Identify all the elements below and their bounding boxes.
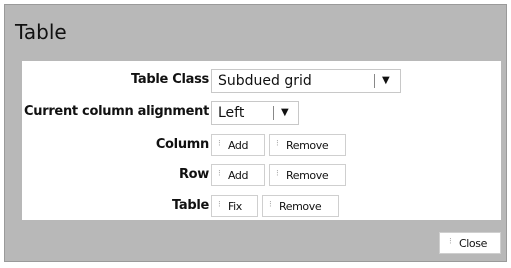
alignment-value: Left <box>218 105 245 121</box>
select-separator <box>374 74 375 88</box>
row-remove-label: Remove <box>286 169 329 182</box>
table-remove-label: Remove <box>279 200 322 213</box>
alignment-label: Current column alignment <box>24 104 209 119</box>
chevron-down-icon[interactable]: ▼ <box>281 107 289 118</box>
column-remove-button[interactable]: ⁝ Remove <box>269 134 346 156</box>
alignment-row: Current column alignment Left ▼ <box>22 101 501 125</box>
row-label: Row <box>178 167 209 182</box>
table-class-row: Table Class Subdued grid ▼ <box>22 69 501 93</box>
row-remove-button[interactable]: ⁝ Remove <box>269 164 346 186</box>
column-row: Column ⁝ Add ⁝ Remove <box>22 134 501 158</box>
dialog-panel: Table Class Subdued grid ▼ Current colum… <box>22 61 501 220</box>
table-class-value: Subdued grid <box>218 73 312 89</box>
button-icon: ⁝ <box>218 200 221 210</box>
table-label: Table <box>171 198 209 213</box>
table-fix-label: Fix <box>228 200 242 213</box>
button-icon: ⁝ <box>276 169 279 179</box>
row-add-label: Add <box>228 169 249 182</box>
button-icon: ⁝ <box>269 200 272 210</box>
table-class-select[interactable]: Subdued grid ▼ <box>211 69 401 93</box>
table-row: Table ⁝ Fix ⁝ Remove <box>22 195 501 219</box>
table-dialog: Table Table Class Subdued grid ▼ Current… <box>4 4 507 262</box>
close-label: Close <box>459 237 487 250</box>
row-add-button[interactable]: ⁝ Add <box>211 164 265 186</box>
table-remove-button[interactable]: ⁝ Remove <box>262 195 339 217</box>
button-icon: ⁝ <box>276 139 279 149</box>
column-add-label: Add <box>228 139 249 152</box>
button-icon: ⁝ <box>449 237 452 247</box>
select-separator <box>273 106 274 120</box>
table-class-label: Table Class <box>130 72 209 87</box>
close-button[interactable]: ⁝ Close <box>439 232 501 254</box>
column-add-button[interactable]: ⁝ Add <box>211 134 265 156</box>
dialog-title: Table <box>15 20 67 44</box>
alignment-select[interactable]: Left ▼ <box>211 101 299 125</box>
button-icon: ⁝ <box>218 169 221 179</box>
column-remove-label: Remove <box>286 139 329 152</box>
row-row: Row ⁝ Add ⁝ Remove <box>22 164 501 188</box>
chevron-down-icon[interactable]: ▼ <box>382 75 390 86</box>
column-label: Column <box>155 137 209 152</box>
table-fix-button[interactable]: ⁝ Fix <box>211 195 258 217</box>
button-icon: ⁝ <box>218 139 221 149</box>
